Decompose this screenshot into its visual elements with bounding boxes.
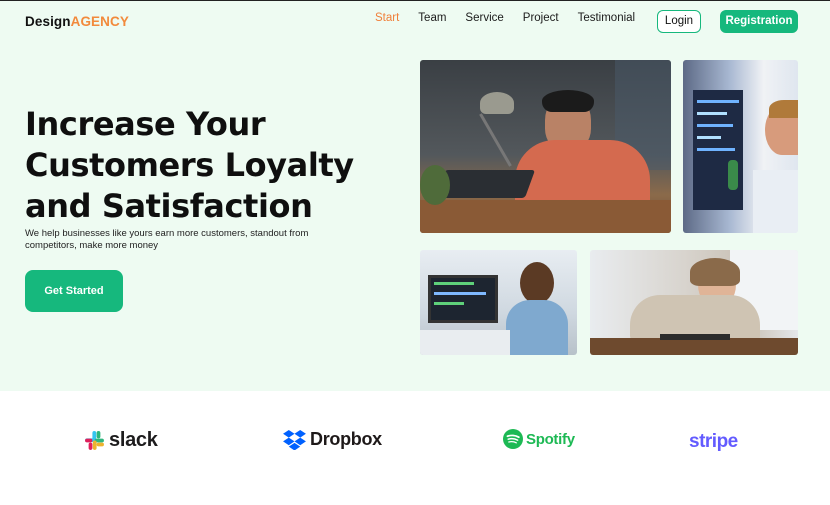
slack-logo-text: slack bbox=[109, 429, 158, 451]
spotify-logo-icon bbox=[503, 429, 523, 449]
nav-link-service[interactable]: Service bbox=[465, 11, 503, 25]
stripe-logo-text: stripe bbox=[689, 431, 738, 452]
hero-headline: Increase Your Customers Loyalty and Sati… bbox=[25, 104, 354, 227]
nav-link-testimonial[interactable]: Testimonial bbox=[578, 11, 636, 25]
headline-line-1: Increase Your bbox=[25, 105, 266, 143]
slack-logo-icon bbox=[85, 431, 104, 450]
hero-subtext: We help businesses like yours earn more … bbox=[25, 228, 309, 251]
photo-woman-thinking bbox=[590, 250, 798, 355]
dropbox-logo[interactable]: Dropbox bbox=[283, 429, 382, 450]
site-logo[interactable]: DesignAGENCY bbox=[25, 14, 129, 29]
headline-line-3: and Satisfaction bbox=[25, 187, 313, 225]
partner-logos: slack Dropbox Spotify stripe bbox=[0, 391, 830, 505]
main-nav: Start Team Service Project Testimonial L… bbox=[375, 10, 798, 33]
get-started-button[interactable]: Get Started bbox=[25, 270, 123, 312]
nav-link-start[interactable]: Start bbox=[375, 11, 399, 25]
nav-link-project[interactable]: Project bbox=[523, 11, 559, 25]
login-button[interactable]: Login bbox=[657, 10, 701, 33]
registration-button[interactable]: Registration bbox=[720, 10, 798, 33]
logo-text-design: Design bbox=[25, 14, 71, 29]
photo-man-smiling-computer bbox=[420, 250, 577, 355]
photo-monitor-code bbox=[683, 60, 798, 233]
logo-text-agency: AGENCY bbox=[70, 14, 129, 29]
slack-logo[interactable]: slack bbox=[84, 429, 158, 452]
headline-line-2: Customers Loyalty bbox=[25, 146, 354, 184]
photo-man-at-desk bbox=[420, 60, 671, 233]
nav-link-team[interactable]: Team bbox=[418, 11, 446, 25]
spotify-logo-text: Spotify bbox=[526, 430, 575, 448]
hero-section: DesignAGENCY Start Team Service Project … bbox=[0, 0, 830, 391]
dropbox-logo-text: Dropbox bbox=[310, 429, 382, 449]
spotify-logo[interactable]: Spotify bbox=[503, 429, 575, 449]
dropbox-logo-icon bbox=[283, 429, 306, 450]
stripe-logo[interactable]: stripe bbox=[689, 431, 738, 453]
